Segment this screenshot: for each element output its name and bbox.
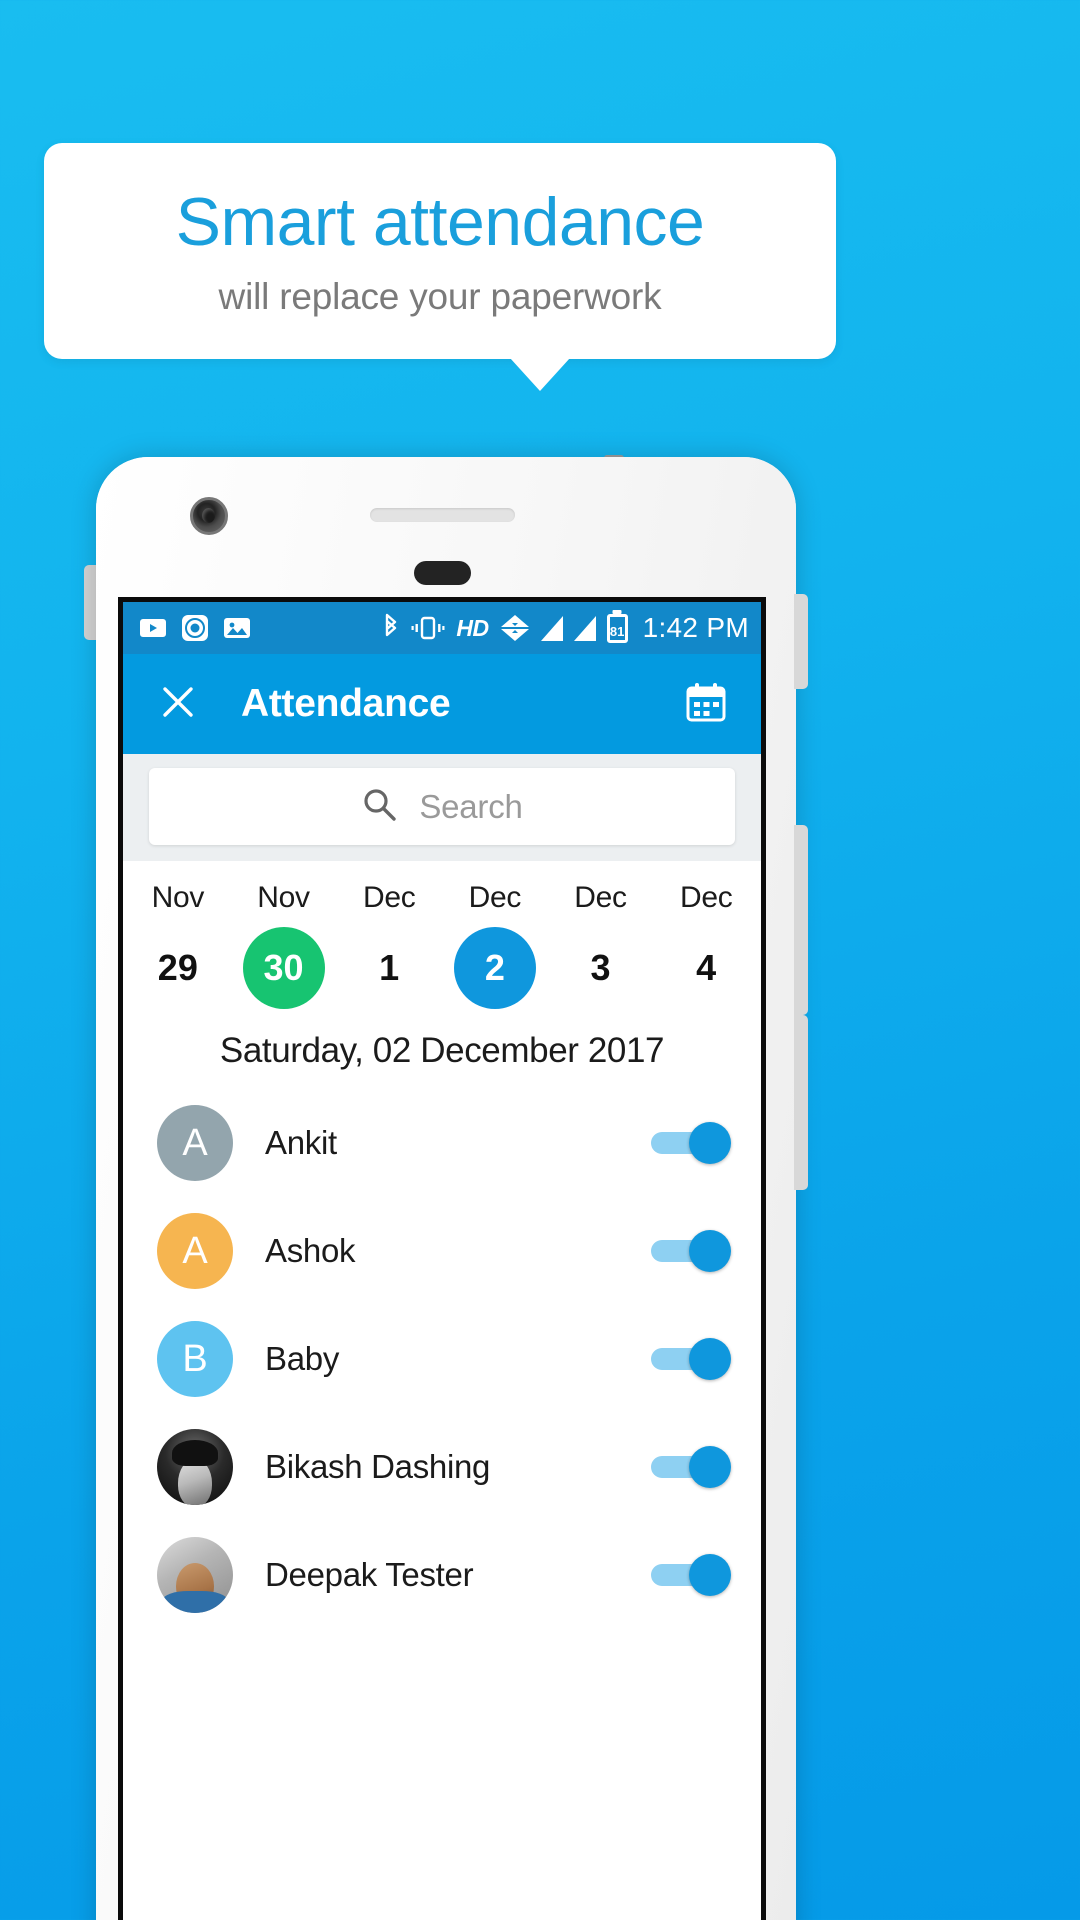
avatar: B — [157, 1321, 233, 1397]
promo-subtitle: will replace your paperwork — [218, 275, 662, 317]
date-cell-5[interactable]: Dec 4 — [653, 881, 759, 1009]
student-name: Baby — [265, 1340, 340, 1377]
hd-voice-icon: HD — [456, 614, 489, 641]
calendar-icon[interactable] — [685, 681, 727, 728]
app-bar: Attendance — [123, 654, 761, 754]
date-day: 1 — [379, 947, 400, 988]
list-item[interactable]: Bikash Dashing — [123, 1413, 761, 1521]
bluetooth-icon — [382, 613, 400, 643]
earpiece-speaker — [370, 508, 515, 522]
toggle-knob — [689, 1230, 731, 1272]
date-day: 29 — [157, 947, 198, 988]
phone-side-button-3 — [794, 1015, 808, 1190]
toggle-knob — [689, 1122, 731, 1164]
status-bar-system-icons: HD 81 1:42 PM — [382, 612, 749, 644]
avatar-photo — [157, 1537, 233, 1613]
search-section: Search — [123, 754, 761, 861]
date-cell-1[interactable]: Nov 30 — [231, 881, 337, 1009]
date-cell-2[interactable]: Dec 1 — [336, 881, 442, 1009]
status-bar-clock: 1:42 PM — [642, 612, 749, 643]
date-day-today: 30 — [242, 927, 325, 1009]
list-item[interactable]: A Ashok — [123, 1197, 761, 1305]
promo-callout: Smart attendance will replace your paper… — [44, 143, 836, 359]
proximity-sensor — [414, 561, 471, 585]
toggle-knob — [689, 1338, 731, 1380]
attendance-toggle[interactable] — [651, 1122, 731, 1164]
student-name: Bikash Dashing — [265, 1448, 491, 1485]
youtube-icon — [139, 616, 167, 640]
vibrate-icon — [411, 614, 445, 642]
date-month: Dec — [574, 881, 627, 914]
attendance-toggle[interactable] — [651, 1230, 731, 1272]
date-cell-0[interactable]: Nov 29 — [125, 881, 231, 1009]
promo-title: Smart attendance — [175, 183, 705, 260]
date-month: Nov — [257, 881, 310, 914]
date-cell-4[interactable]: Dec 3 — [548, 881, 654, 1009]
student-name: Deepak Tester — [265, 1556, 474, 1593]
search-icon — [361, 786, 397, 827]
status-bar-notifications — [139, 614, 251, 642]
attendance-toggle[interactable] — [651, 1446, 731, 1488]
date-day-selected: 2 — [453, 927, 536, 1009]
date-day: 4 — [696, 947, 717, 988]
search-placeholder: Search — [419, 787, 523, 825]
attendance-toggle[interactable] — [651, 1554, 731, 1596]
promo-callout-tail — [510, 358, 570, 391]
date-day: 3 — [590, 947, 611, 988]
battery-icon: 81 — [606, 613, 628, 643]
list-item[interactable]: B Baby — [123, 1305, 761, 1413]
search-input[interactable]: Search — [149, 768, 735, 845]
date-month: Nov — [151, 881, 205, 914]
status-bar: HD 81 1:42 PM — [123, 602, 761, 654]
list-item[interactable]: Deepak Tester — [123, 1521, 761, 1629]
selected-date-heading: Saturday, 02 December 2017 — [219, 1031, 665, 1070]
page-title: Attendance — [241, 682, 451, 725]
camera-app-icon — [181, 614, 209, 642]
signal-icon-1 — [540, 615, 563, 641]
date-month: Dec — [362, 881, 416, 914]
list-item[interactable]: A Ankit — [123, 1089, 761, 1197]
toggle-knob — [689, 1554, 731, 1596]
battery-level: 81 — [609, 623, 625, 639]
date-strip: Nov 29 Nov 30 Dec 1 Dec 2 Dec 3 Dec 4 — [123, 861, 761, 1019]
wifi-icon — [500, 614, 530, 642]
phone-power-button — [794, 594, 808, 689]
student-name: Ankit — [265, 1124, 337, 1161]
date-cell-3[interactable]: Dec 2 — [442, 881, 548, 1009]
avatar: A — [157, 1105, 233, 1181]
phone-side-button-2 — [794, 825, 808, 1015]
phone-screen: HD 81 1:42 PM Attendance Search Nov 29 N… — [118, 597, 766, 1920]
attendance-list: A Ankit A Ashok B Baby Bikash Dashing De… — [123, 1089, 761, 1629]
front-camera-icon — [190, 497, 228, 535]
gallery-icon — [223, 616, 251, 640]
signal-icon-2 — [573, 615, 596, 641]
avatar-photo — [157, 1429, 233, 1505]
date-month: Dec — [679, 881, 733, 914]
avatar: A — [157, 1213, 233, 1289]
student-name: Ashok — [265, 1232, 356, 1269]
toggle-knob — [689, 1446, 731, 1488]
attendance-toggle[interactable] — [651, 1338, 731, 1380]
close-icon[interactable] — [159, 683, 197, 726]
date-month: Dec — [468, 881, 522, 914]
